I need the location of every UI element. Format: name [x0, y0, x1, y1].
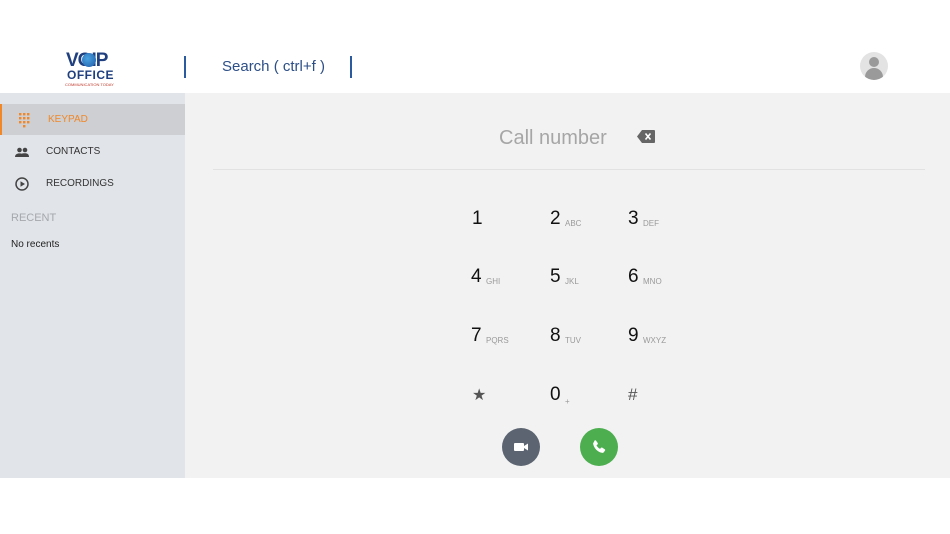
app: VOIP OFFICE COMMUNICATION TODAY Search (…	[0, 0, 950, 534]
call-number-input[interactable]: Call number	[499, 127, 607, 150]
key-letters: ABC	[565, 219, 582, 228]
recordings-icon	[15, 177, 29, 191]
backspace-icon[interactable]	[637, 130, 655, 143]
key-1[interactable]: 1	[472, 208, 542, 238]
contacts-icon	[15, 147, 29, 157]
sidebar: KEYPAD CONTACTS RECORDINGS RECENT No rec…	[0, 93, 185, 478]
globe-icon	[82, 53, 96, 67]
logo-text-office: OFFICE	[67, 68, 114, 82]
phone-icon	[593, 440, 606, 453]
key-digit: 9	[628, 325, 639, 346]
key-digit: #	[628, 385, 638, 404]
key-0[interactable]: 0 +	[550, 384, 620, 414]
key-7[interactable]: 7 PQRS	[471, 325, 541, 355]
dialer-separator	[213, 169, 925, 170]
search-divider-right	[350, 56, 352, 78]
key-digit: 2	[550, 208, 561, 229]
keypad-icon	[19, 113, 30, 128]
search-button[interactable]: Search ( ctrl+f )	[222, 58, 325, 75]
key-digit: 1	[472, 208, 483, 229]
key-6[interactable]: 6 MNO	[628, 266, 698, 296]
key-letters: PQRS	[486, 336, 509, 345]
call-button[interactable]	[580, 428, 618, 466]
sidebar-item-keypad[interactable]: KEYPAD	[0, 104, 185, 135]
key-letters: GHI	[486, 277, 501, 286]
key-digit: 0	[550, 384, 561, 405]
key-letters: WXYZ	[643, 336, 667, 345]
key-letters: DEF	[643, 219, 659, 228]
key-digit: 8	[550, 325, 561, 346]
logo: VOIP OFFICE COMMUNICATION TODAY	[62, 50, 122, 87]
recent-heading: RECENT	[11, 212, 57, 224]
user-avatar[interactable]	[860, 52, 888, 80]
avatar-head-icon	[869, 57, 879, 67]
key-digit: 6	[628, 266, 639, 287]
key-digit: 5	[550, 266, 561, 287]
key-digit: 3	[628, 208, 639, 229]
logo-tagline: COMMUNICATION TODAY	[65, 82, 114, 87]
key-3[interactable]: 3 DEF	[628, 208, 698, 238]
key-digit: 4	[471, 266, 482, 287]
sidebar-item-recordings[interactable]: RECORDINGS	[0, 168, 185, 199]
key-star[interactable]: ★	[472, 384, 542, 414]
key-9[interactable]: 9 WXYZ	[628, 325, 698, 355]
key-5[interactable]: 5 JKL	[550, 266, 620, 296]
key-letters: MNO	[643, 277, 662, 286]
sidebar-item-label: CONTACTS	[46, 146, 101, 157]
header: VOIP OFFICE COMMUNICATION TODAY Search (…	[0, 38, 950, 93]
sidebar-item-label: RECORDINGS	[46, 178, 114, 189]
video-call-button[interactable]	[502, 428, 540, 466]
video-camera-icon	[514, 443, 528, 451]
recent-empty-text: No recents	[11, 239, 60, 250]
key-hash[interactable]: #	[628, 384, 698, 414]
key-digit: 7	[471, 325, 482, 346]
key-8[interactable]: 8 TUV	[550, 325, 620, 355]
star-icon: ★	[472, 387, 487, 404]
key-letters: JKL	[565, 277, 579, 286]
key-letters: TUV	[565, 336, 581, 345]
key-4[interactable]: 4 GHI	[471, 266, 541, 296]
avatar-body-icon	[865, 68, 883, 80]
key-letters: +	[565, 397, 570, 406]
dialer-panel: Call number 1 2 ABC 3 DEF 4 GHI 5 JKL 6 …	[185, 93, 950, 478]
search-divider-left	[184, 56, 186, 78]
sidebar-item-label: KEYPAD	[48, 114, 88, 125]
key-2[interactable]: 2 ABC	[550, 208, 620, 238]
sidebar-item-contacts[interactable]: CONTACTS	[0, 136, 185, 167]
